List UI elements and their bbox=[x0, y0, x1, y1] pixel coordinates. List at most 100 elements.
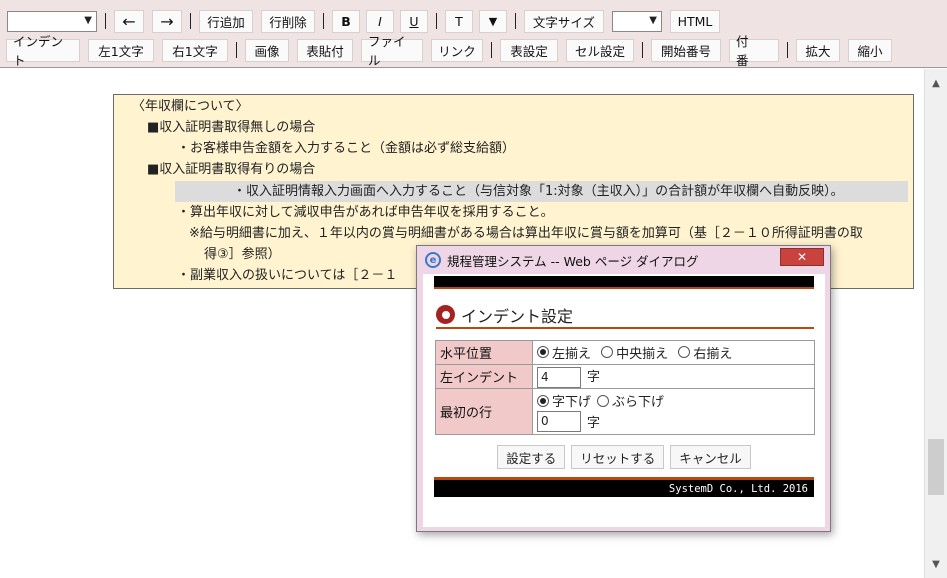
content-line-selected: ・収入証明情報入力画面へ入力すること（与信対象「1:対象（主収入）」の合計額が年… bbox=[175, 181, 908, 202]
hanging-indent-radio[interactable]: ぶら下げ bbox=[597, 391, 664, 410]
align-right-radio[interactable]: 右揃え bbox=[678, 343, 732, 362]
toolbar-separator bbox=[323, 13, 324, 29]
bold-button[interactable]: B bbox=[332, 9, 360, 33]
toolbar-separator bbox=[491, 42, 492, 58]
zoom-out-button[interactable]: 縮小 bbox=[848, 38, 892, 62]
first-line-cell: 字下げ ぶら下げ 0字 bbox=[532, 388, 815, 435]
toolbar-row-1: ▼ ← → 行追加 行削除 B I U T ▼ 文字サイズ ▼ HTML bbox=[0, 8, 720, 34]
radio-label: 右揃え bbox=[693, 346, 733, 362]
toolbar-separator bbox=[436, 13, 437, 29]
horizontal-options: 左揃え 中央揃え 右揃え bbox=[532, 340, 815, 365]
header-bar bbox=[434, 276, 814, 289]
font-size-select[interactable]: ▼ bbox=[612, 10, 662, 32]
toolbar-separator bbox=[515, 13, 516, 29]
radio-label: 中央揃え bbox=[616, 346, 669, 362]
scroll-up-icon[interactable]: ▲ bbox=[925, 73, 947, 93]
toolbar-separator bbox=[190, 13, 191, 29]
unit-label: 字 bbox=[587, 416, 601, 431]
right-one-char-button[interactable]: 右1文字 bbox=[162, 38, 228, 62]
start-number-button[interactable]: 開始番号 bbox=[651, 38, 721, 62]
form-row-first-line: 最初の行 字下げ ぶら下げ 0字 bbox=[435, 388, 815, 435]
color-dropdown-button[interactable]: ▼ bbox=[479, 9, 507, 33]
dialog-title: 規程管理システム -- Web ページ ダイアログ bbox=[447, 253, 699, 269]
bullet-ring-icon bbox=[436, 305, 455, 324]
chevron-down-icon: ▼ bbox=[649, 14, 657, 26]
radio-label: 字下げ bbox=[552, 395, 592, 410]
radio-checked-icon bbox=[537, 346, 549, 359]
apply-button[interactable]: 設定する bbox=[497, 445, 566, 469]
left-indent-label: 左インデント bbox=[435, 364, 533, 389]
chevron-down-icon: ▼ bbox=[84, 14, 92, 26]
delete-row-button[interactable]: 行削除 bbox=[261, 9, 315, 33]
html-button[interactable]: HTML bbox=[670, 9, 720, 33]
paste-table-button[interactable]: 表貼付 bbox=[297, 38, 353, 62]
toolbar-separator bbox=[787, 42, 788, 58]
dialog-footer: SystemD Co., Ltd. 2016 bbox=[434, 477, 814, 497]
left-one-char-button[interactable]: 左1文字 bbox=[88, 38, 154, 62]
radio-checked-icon bbox=[537, 394, 549, 407]
toolbar-separator bbox=[105, 13, 106, 29]
radio-unchecked-icon bbox=[601, 346, 614, 359]
dialog-titlebar[interactable]: e 規程管理システム -- Web ページ ダイアログ bbox=[417, 246, 830, 274]
first-line-indent-radio[interactable]: 字下げ bbox=[537, 391, 591, 410]
vertical-scrollbar[interactable]: ▲ ▼ bbox=[924, 69, 947, 578]
cell-settings-button[interactable]: セル設定 bbox=[566, 38, 634, 62]
table-settings-button[interactable]: 表設定 bbox=[500, 38, 558, 62]
cancel-button[interactable]: キャンセル bbox=[670, 445, 751, 469]
left-indent-input[interactable]: 4 bbox=[537, 366, 581, 388]
indent-dialog: e 規程管理システム -- Web ページ ダイアログ ✕ インデント設定 水平… bbox=[416, 245, 831, 532]
content-line: ※給与明細書に加え、１年以内の賞与明細書がある場合は算出年収に賞与額を加算可（基… bbox=[189, 226, 863, 241]
arrow-left-icon: ← bbox=[122, 11, 136, 31]
align-left-radio[interactable]: 左揃え bbox=[537, 343, 591, 362]
toolbar: ▼ ← → 行追加 行削除 B I U T ▼ 文字サイズ ▼ HTML インデ… bbox=[0, 0, 947, 68]
toolbar-separator bbox=[642, 42, 643, 58]
content-line: ・算出年収に対して減収申告があれば申告年収を採用すること。 bbox=[177, 205, 554, 220]
text-color-button[interactable]: T bbox=[445, 9, 473, 33]
add-row-button[interactable]: 行追加 bbox=[199, 9, 253, 33]
content-line: ・お客様申告金額を入力すること（金額は必ず総支給額） bbox=[177, 141, 516, 156]
zoom-in-button[interactable]: 拡大 bbox=[796, 38, 840, 62]
italic-button[interactable]: I bbox=[366, 9, 394, 33]
arrow-right-icon: → bbox=[160, 11, 174, 31]
form-row-horizontal: 水平位置 左揃え 中央揃え 右揃え bbox=[435, 340, 815, 365]
radio-label: 左揃え bbox=[552, 346, 592, 362]
content-line: ・副業収入の扱いについては［２－１ bbox=[177, 268, 398, 283]
content-line: ■収入証明書取得無しの場合 bbox=[147, 120, 316, 135]
form-row-left-indent: 左インデント 4字 bbox=[435, 364, 815, 389]
unit-label: 字 bbox=[587, 369, 601, 385]
file-button[interactable]: ファイル bbox=[361, 34, 423, 68]
toolbar-row-2: インデント 左1文字 右1文字 画像 表貼付 ファイル リンク 表設定 セル設定… bbox=[0, 34, 892, 68]
radio-unchecked-icon bbox=[678, 346, 691, 359]
content-line: 得③］参照） bbox=[204, 247, 281, 262]
underline-button[interactable]: U bbox=[400, 9, 428, 33]
dialog-body: インデント設定 水平位置 左揃え 中央揃え 右揃え 左インデント 4字 最初の行… bbox=[423, 274, 825, 527]
font-size-button[interactable]: 文字サイズ bbox=[524, 9, 604, 33]
first-line-label: 最初の行 bbox=[435, 388, 533, 435]
content-line: ■収入証明書取得有りの場合 bbox=[147, 162, 316, 177]
close-button[interactable]: ✕ bbox=[780, 248, 824, 266]
reset-button[interactable]: リセットする bbox=[571, 445, 665, 469]
ie-icon: e bbox=[425, 252, 441, 268]
indent-button[interactable]: インデント bbox=[6, 34, 80, 68]
align-center-radio[interactable]: 中央揃え bbox=[601, 343, 668, 362]
editor-app: ▼ ← → 行追加 行削除 B I U T ▼ 文字サイズ ▼ HTML インデ… bbox=[0, 0, 947, 578]
dialog-heading: インデント設定 bbox=[436, 302, 814, 329]
numbering-button[interactable]: 付 番 bbox=[729, 34, 779, 68]
redo-arrow-button[interactable]: → bbox=[152, 9, 182, 33]
toolbar-separator bbox=[236, 42, 237, 58]
style-select[interactable]: ▼ bbox=[7, 10, 97, 32]
undo-arrow-button[interactable]: ← bbox=[114, 9, 144, 33]
indent-form: 水平位置 左揃え 中央揃え 右揃え 左インデント 4字 最初の行 字下げ ぶら下… bbox=[435, 340, 815, 435]
left-indent-cell: 4字 bbox=[532, 364, 815, 389]
horizontal-label: 水平位置 bbox=[435, 340, 533, 365]
heading-text: インデント設定 bbox=[461, 306, 574, 326]
scrollbar-thumb[interactable] bbox=[928, 439, 944, 495]
radio-unchecked-icon bbox=[597, 394, 610, 407]
image-button[interactable]: 画像 bbox=[245, 38, 289, 62]
radio-label: ぶら下げ bbox=[612, 395, 665, 410]
dialog-buttons: 設定する リセットする キャンセル bbox=[423, 445, 825, 469]
scroll-down-icon[interactable]: ▼ bbox=[925, 554, 947, 574]
link-button[interactable]: リンク bbox=[431, 38, 483, 62]
content-line: 〈年収欄について〉 bbox=[132, 99, 249, 114]
first-line-input[interactable]: 0 bbox=[537, 411, 581, 432]
